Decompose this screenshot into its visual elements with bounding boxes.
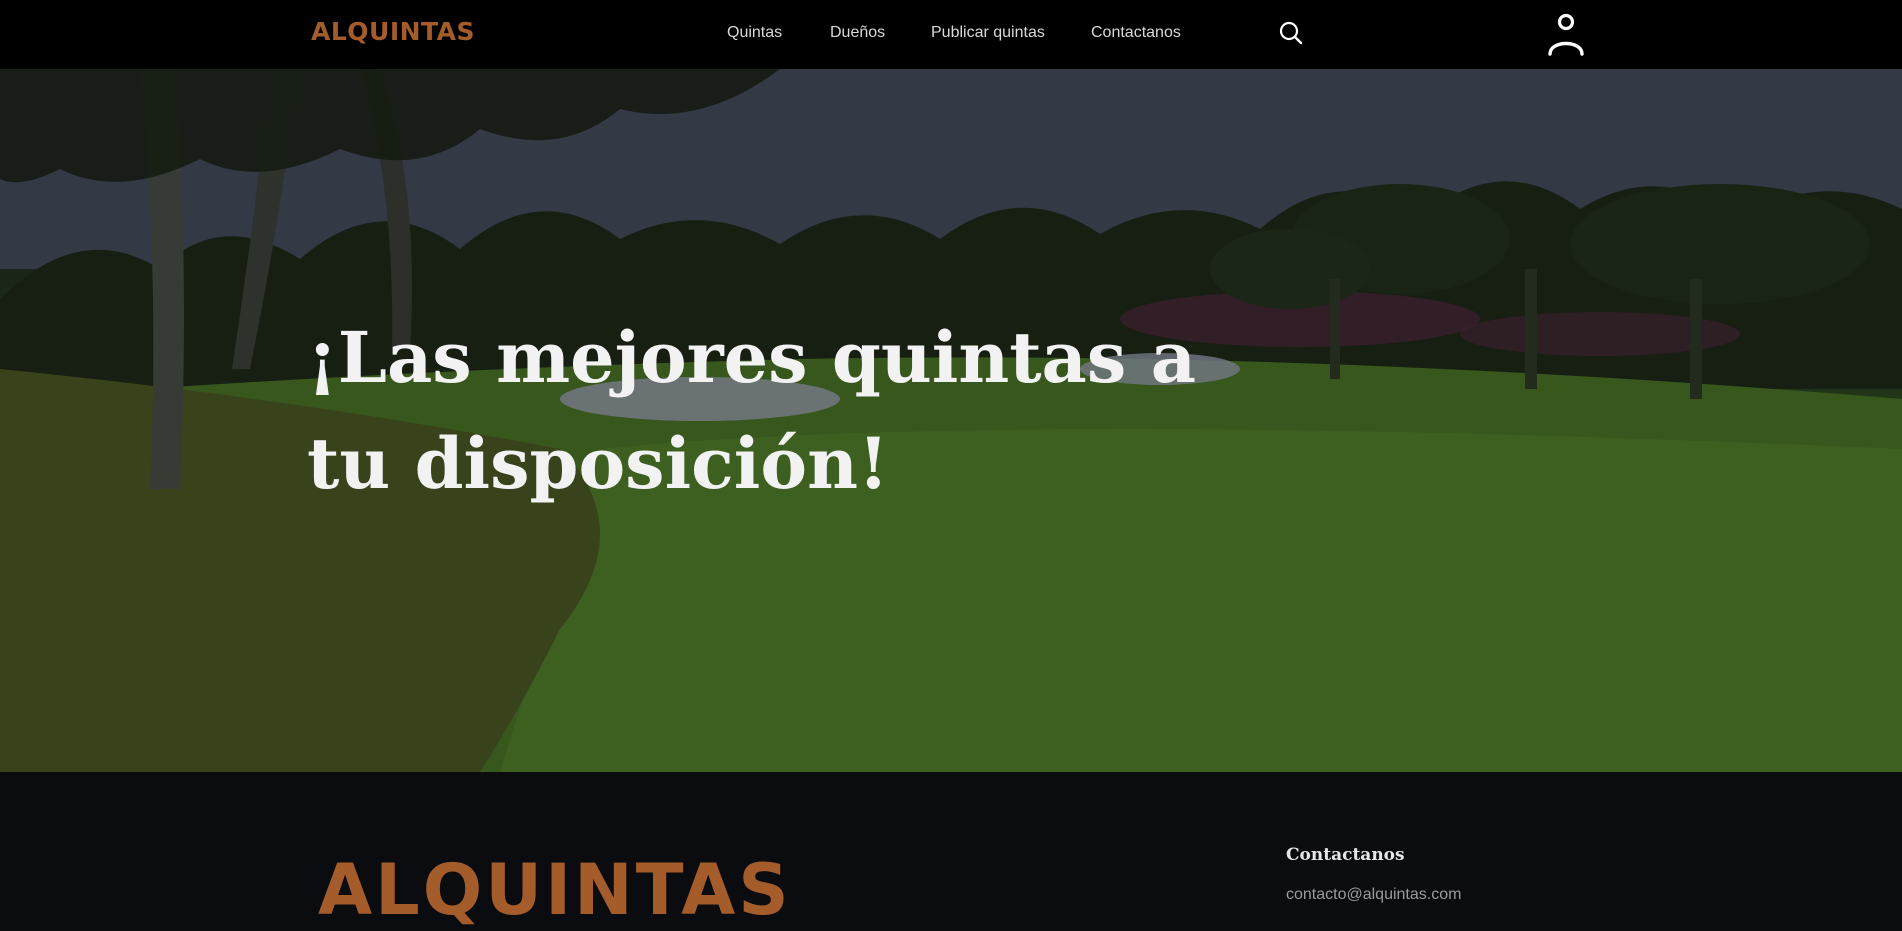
nav-link-duenos[interactable]: Dueños (830, 23, 885, 43)
user-icon[interactable] (1545, 10, 1587, 56)
footer-email-link[interactable]: contacto@alquintas.com (1286, 885, 1461, 905)
nav-link-contactanos[interactable]: Contactanos (1091, 23, 1181, 43)
hero-title: ¡Las mejores quintas a tu disposición! (307, 316, 1197, 505)
search-icon[interactable] (1278, 20, 1304, 46)
footer-contact-heading: Contactanos (1286, 845, 1405, 865)
top-navigation-bar: ALQUINTAS Quintas Dueños Publicar quinta… (0, 0, 1902, 69)
hero-banner: ¡Las mejores quintas a tu disposición! (0, 69, 1902, 772)
footer-logo[interactable]: ALQUINTAS (318, 850, 792, 930)
nav-link-quintas[interactable]: Quintas (727, 23, 782, 43)
footer: ALQUINTAS Contactanos contacto@alquintas… (0, 772, 1902, 930)
nav-link-publicar-quintas[interactable]: Publicar quintas (931, 23, 1045, 43)
brand-logo[interactable]: ALQUINTAS (311, 17, 475, 47)
